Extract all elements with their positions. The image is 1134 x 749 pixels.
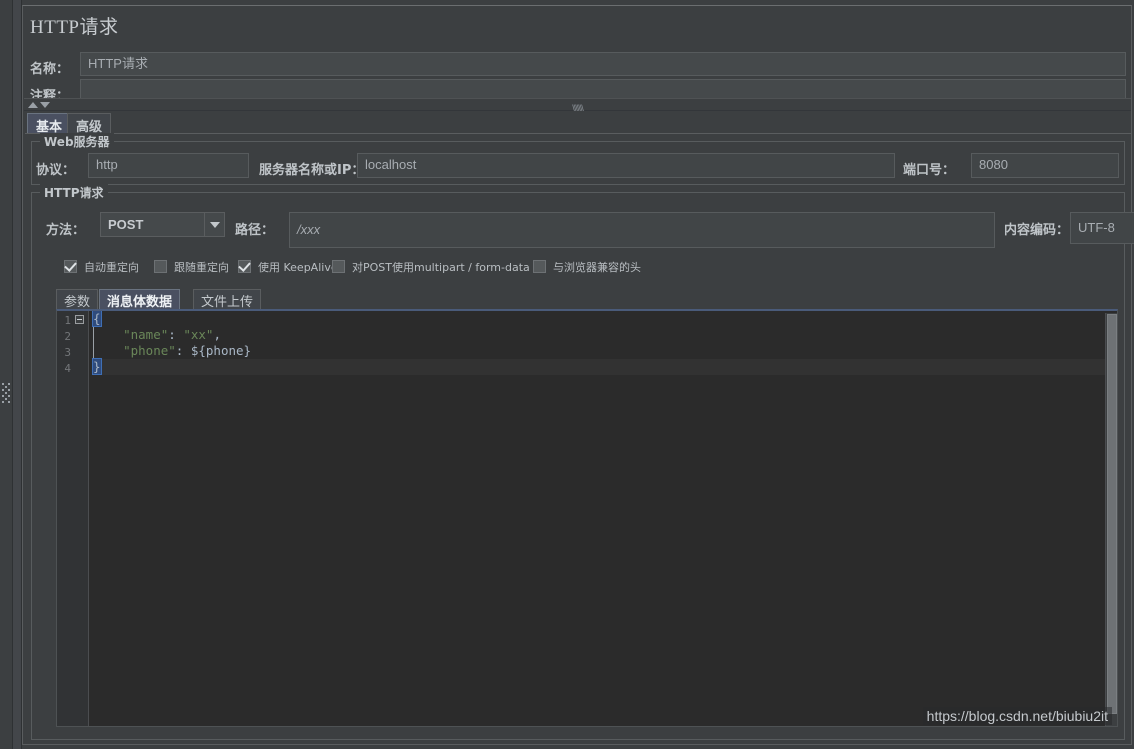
method-select[interactable]: POST [100,212,225,237]
method-select-value: POST [108,217,144,232]
code-fold-toggle-icon[interactable] [75,315,84,324]
web-server-group-label: Web服务器 [40,133,114,150]
checkbox-browser-compatible-headers-label: 与浏览器兼容的头 [553,261,641,274]
line-number: 1 [64,314,71,327]
left-splitter-column[interactable] [0,0,13,749]
web-server-group: Web服务器 协议： http 服务器名称或IP： localhost 端口号：… [31,133,1125,185]
content-encoding-input[interactable]: UTF-8 [1070,212,1134,244]
body-tabbar: 参数 消息体数据 文件上传 [56,289,1116,310]
protocol-label: 协议： [36,163,76,178]
code-line: { [92,311,102,327]
name-label: 名称： [30,62,70,77]
splitter-dots-icon: \\\\\\\ [572,103,583,113]
protocol-input[interactable]: http [88,153,249,178]
method-label: 方法： [46,223,86,238]
left-secondary-gutter [13,0,22,749]
inner-tab-body-data[interactable]: 消息体数据 [99,289,181,310]
editor-vertical-scrollbar[interactable] [1105,313,1117,726]
checkbox-multipart-formdata-label: 对POST使用multipart / form-data [352,261,530,274]
http-request-panel-window: HTTP请求 名称： HTTP请求 注释： \\\\\\\ 基本 高级 Web服… [0,0,1134,749]
path-label: 路径： [235,223,275,238]
editor-scrollbar-thumb[interactable] [1107,314,1117,714]
chevron-down-icon[interactable] [204,213,224,236]
code-line: "name": "xx", [123,327,221,342]
collapse-down-icon[interactable] [40,102,50,108]
server-name-input[interactable]: localhost [357,153,895,178]
editor-gutter: 1 2 3 4 [57,311,89,726]
content-encoding-label: 内容编码： [1004,223,1070,238]
body-data-editor[interactable]: 1 2 3 4 { "name": "xx", "phone": ${phone… [56,309,1118,727]
checkbox-auto-redirect[interactable] [64,260,77,273]
collapse-up-icon[interactable] [28,102,38,108]
code-line: "phone": ${phone} [123,343,252,358]
splitter-grip-handle[interactable] [2,383,10,409]
editor-code-content[interactable]: { "name": "xx", "phone": ${phone}} [92,311,252,375]
name-input[interactable]: HTTP请求 [80,52,1126,76]
page-title: HTTP请求 [30,17,119,38]
checkbox-multipart-formdata[interactable] [332,260,345,273]
line-number: 3 [64,346,71,359]
line-number: 4 [64,362,71,375]
tab-underline [25,133,1131,134]
inner-tab-file-upload[interactable]: 文件上传 [193,289,262,310]
checkbox-keepalive[interactable] [238,260,251,273]
port-input[interactable]: 8080 [971,153,1119,178]
main-panel: HTTP请求 名称： HTTP请求 注释： \\\\\\\ 基本 高级 Web服… [22,5,1134,745]
tab-advanced[interactable]: 高级 [67,113,112,135]
checkbox-auto-redirect-label: 自动重定向 [84,261,139,274]
checkbox-follow-redirect[interactable] [154,260,167,273]
port-label: 端口号： [903,163,956,178]
watermark-text: https://blog.csdn.net/biubiu2it [922,707,1112,725]
code-line: } [92,358,102,375]
http-request-group-label: HTTP请求 [40,184,108,201]
inner-tab-parameters[interactable]: 参数 [56,289,99,310]
horizontal-splitter[interactable]: \\\\\\\ [24,98,1131,113]
checkbox-follow-redirect-label: 跟随重定向 [174,261,229,274]
line-number: 2 [64,330,71,343]
checkbox-keepalive-label: 使用 KeepAlive [258,261,338,274]
path-input[interactable]: /xxx [289,212,995,248]
main-tabbar: 基本 高级 [25,113,1131,135]
options-checkbox-row: 自动重定向 跟随重定向 使用 KeepAlive 对POST使用multipar… [64,260,1114,276]
tab-basic[interactable]: 基本 [27,113,72,135]
checkbox-browser-compatible-headers[interactable] [533,260,546,273]
http-request-group: HTTP请求 方法： POST 路径： /xxx 内容编码： UTF-8 自动重… [31,184,1134,740]
server-name-label: 服务器名称或IP： [259,163,365,178]
